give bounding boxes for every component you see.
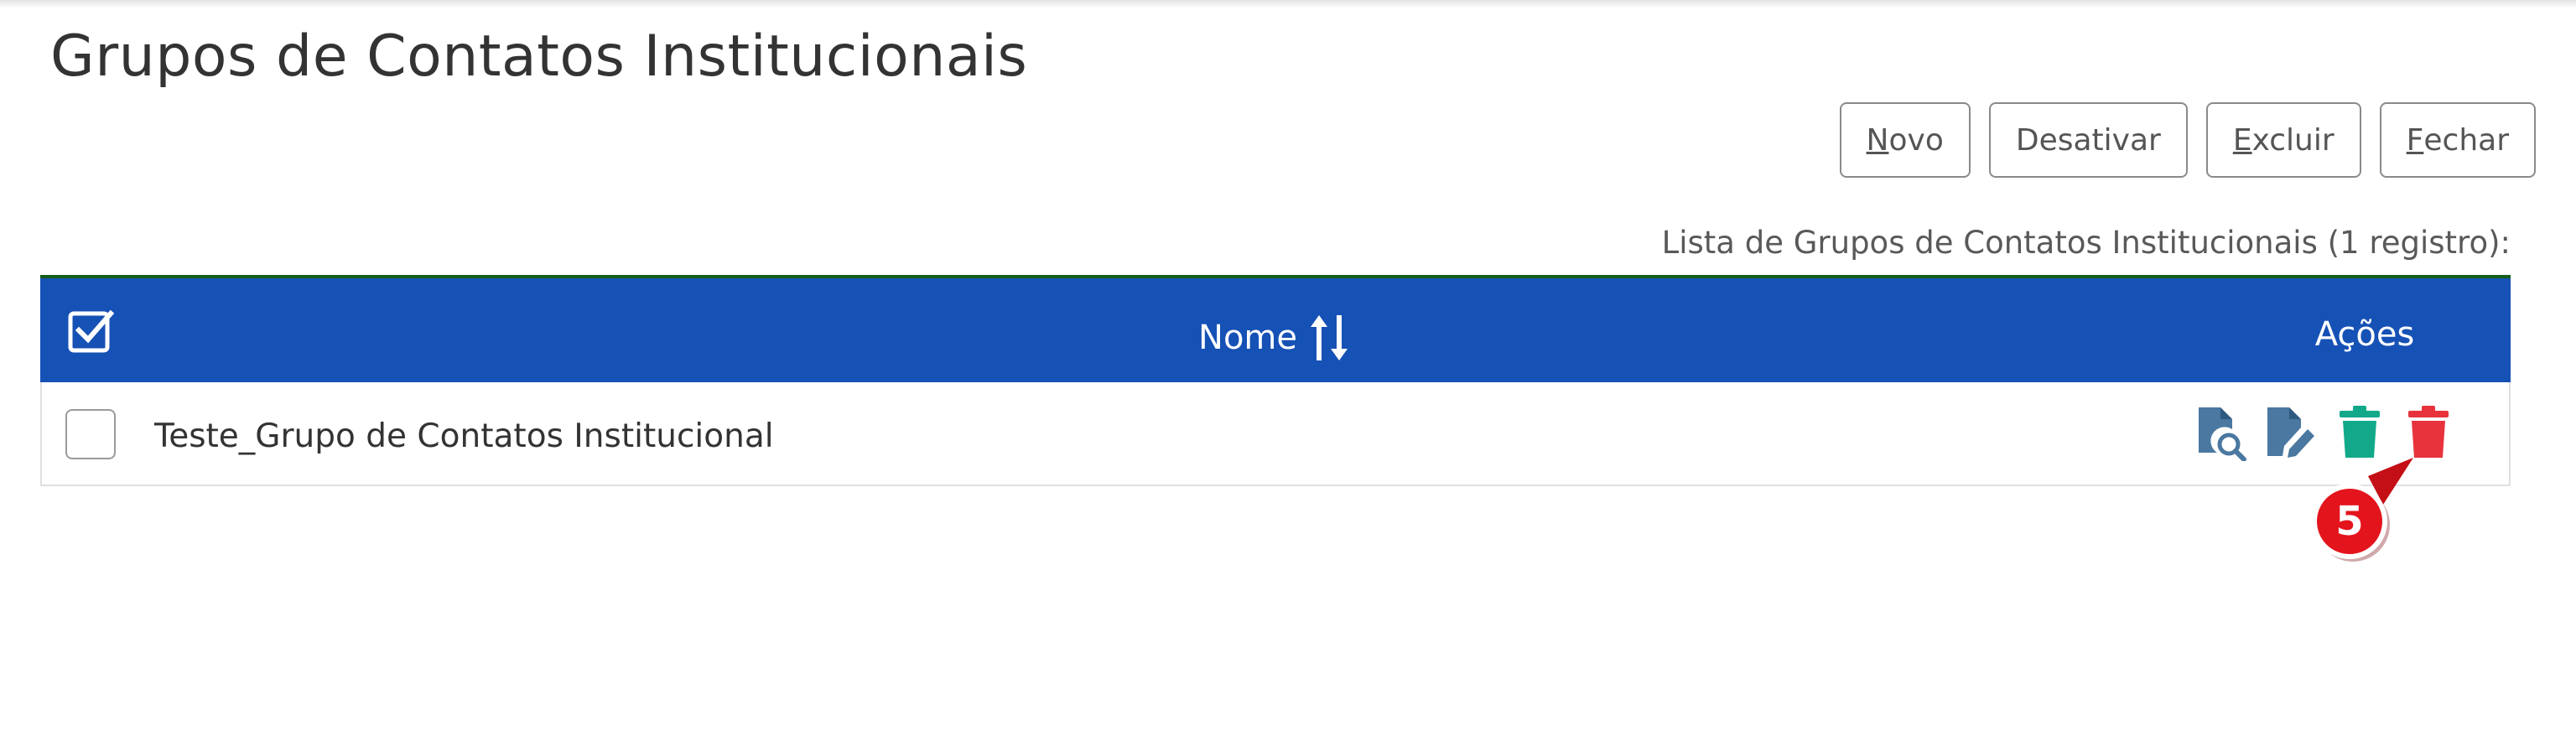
page-title: Grupos de Contatos Institucionais: [50, 23, 1028, 90]
search-document-icon[interactable]: [2195, 404, 2249, 461]
deactivate-button[interactable]: Desativar: [1988, 102, 2188, 178]
top-shadow: [0, 0, 2576, 8]
table-header: Nome Ações: [40, 278, 2511, 382]
new-button[interactable]: Novo: [1839, 102, 1971, 178]
groups-table: Nome Ações Teste_Grupo de Contatos Insti…: [40, 275, 2511, 486]
delete-button[interactable]: Excluir: [2205, 102, 2361, 178]
row-group-name: Teste_Grupo de Contatos Institucional: [154, 417, 774, 455]
select-all-checkbox-icon[interactable]: [67, 308, 114, 355]
close-button[interactable]: Fechar: [2379, 102, 2536, 178]
step-badge: 5: [2312, 458, 2413, 562]
sort-icon[interactable]: [1306, 312, 1353, 364]
column-header-name[interactable]: Nome: [1198, 319, 1297, 357]
step-badge-number: 5: [2335, 498, 2363, 545]
table-caption: Lista de Grupos de Contatos Instituciona…: [1661, 225, 2511, 261]
table-row: Teste_Grupo de Contatos Institucional: [40, 382, 2511, 486]
column-header-actions: Ações: [2314, 315, 2415, 354]
row-checkbox[interactable]: [65, 409, 116, 459]
toolbar: Novo Desativar Excluir Fechar: [1839, 102, 2536, 178]
